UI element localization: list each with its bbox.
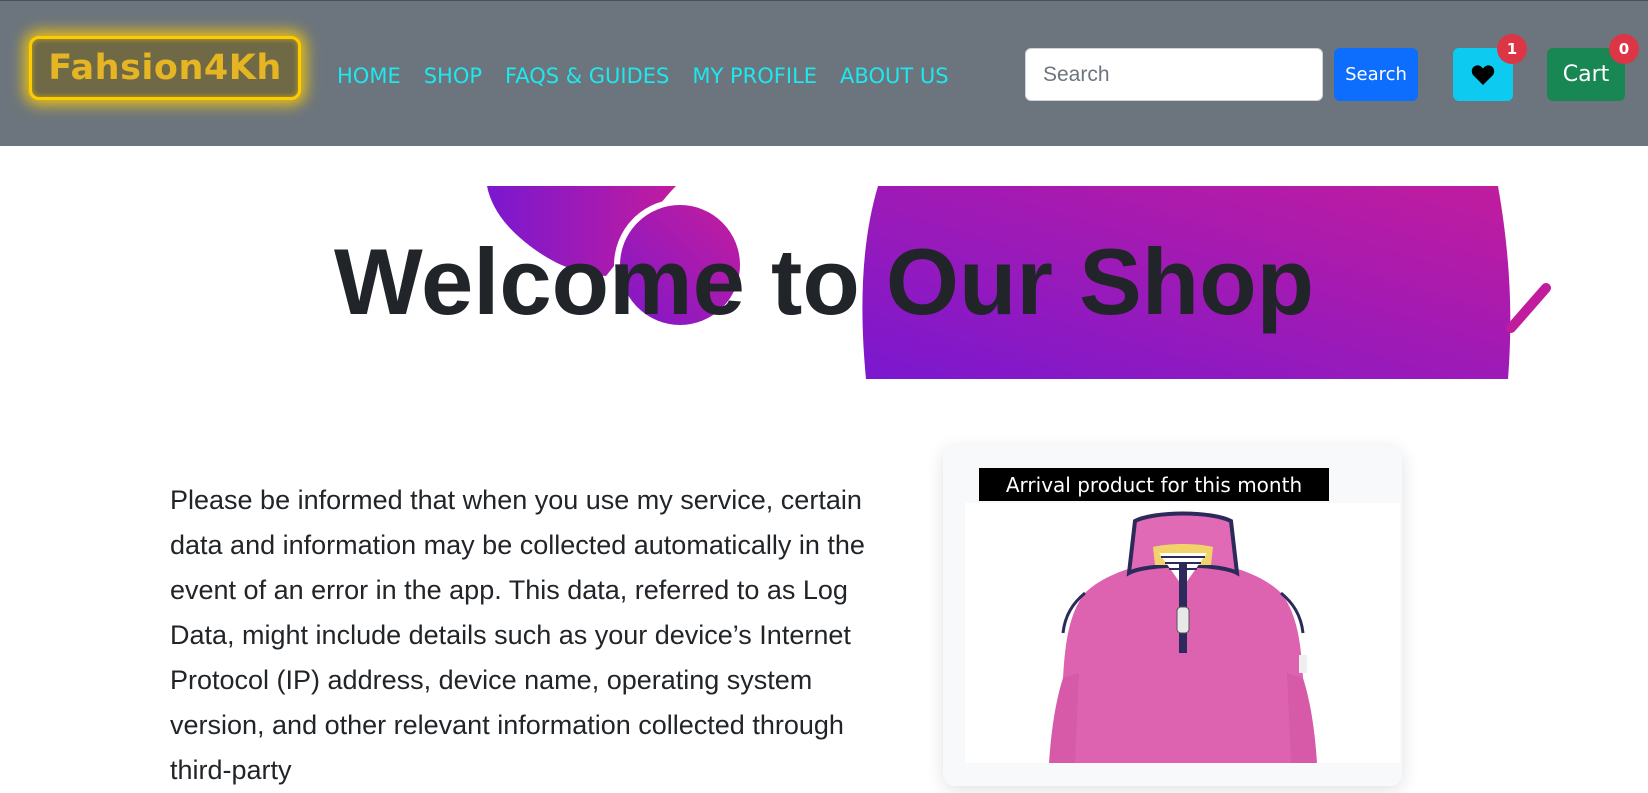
info-paragraph: Please be informed that when you use my … (170, 485, 865, 785)
nav-link-my-profile[interactable]: MY PROFILE (692, 59, 817, 93)
product-image[interactable] (965, 503, 1400, 763)
nav-link-about-us[interactable]: ABOUT US (840, 59, 949, 93)
nav-link-shop[interactable]: SHOP (424, 59, 482, 93)
product-card-label: Arrival product for this month (979, 468, 1329, 501)
sweatshirt-image (1049, 511, 1317, 763)
cart-label: Cart (1562, 62, 1610, 87)
brand-logo[interactable]: Fahsion4Kh (29, 36, 301, 100)
navbar: Fahsion4Kh HOME SHOP FAQS & GUIDES MY PR… (0, 0, 1648, 146)
wishlist-count-badge: 1 (1497, 34, 1527, 64)
search-button[interactable]: Search (1334, 48, 1418, 101)
nav-link-home[interactable]: HOME (337, 59, 401, 93)
heart-icon (1471, 64, 1495, 85)
search-input[interactable] (1025, 48, 1323, 101)
nav-link-faqs-guides[interactable]: FAQS & GUIDES (505, 59, 669, 93)
cart-count-badge: 0 (1609, 34, 1639, 64)
hero-title: Welcome to Our Shop (333, 229, 1315, 334)
nav-links: HOME SHOP FAQS & GUIDES MY PROFILE ABOUT… (337, 59, 972, 93)
